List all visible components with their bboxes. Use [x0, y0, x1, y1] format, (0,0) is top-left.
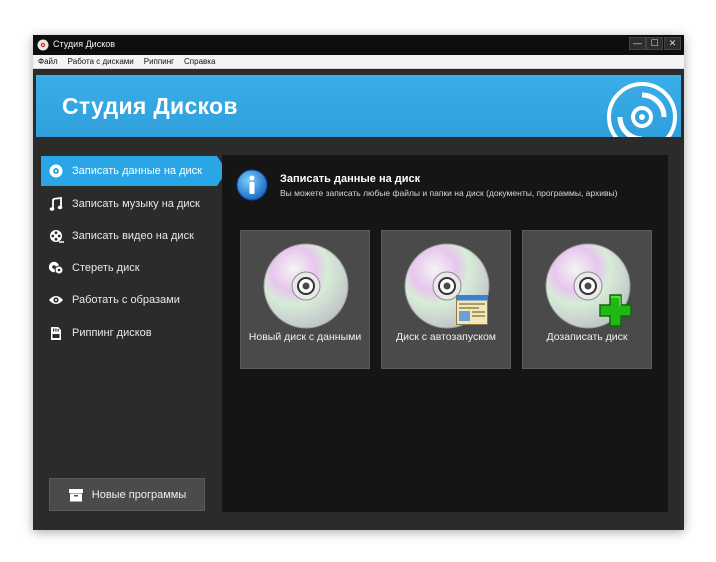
tile-autorun-disc[interactable]: Диск с автозапуском [381, 230, 511, 369]
new-programs-button[interactable]: Новые программы [49, 478, 205, 511]
header-banner: Студия Дисков [36, 75, 681, 137]
film-reel-icon [48, 228, 64, 244]
title-bar[interactable]: Студия Дисков — ☐ ✕ [33, 35, 684, 55]
app-disc-icon [37, 39, 49, 51]
sidebar-item-label: Записать музыку на диск [72, 198, 200, 210]
plus-icon [599, 294, 632, 327]
sidebar-item-ripping[interactable]: Риппинг дисков [41, 318, 217, 348]
maximize-button[interactable]: ☐ [646, 37, 663, 50]
sd-card-icon [48, 325, 64, 341]
app-window: Студия Дисков — ☐ ✕ Файл Работа с дискам… [33, 35, 684, 530]
tile-append-disc[interactable]: Дозаписать диск [522, 230, 652, 369]
sidebar-item-label: Риппинг дисков [72, 327, 152, 339]
disc-icon [263, 243, 349, 329]
sidebar: Записать данные на диск Записать музыку … [33, 153, 227, 530]
tile-new-data-disc[interactable]: Новый диск с данными [240, 230, 370, 369]
music-note-icon [48, 196, 64, 212]
tile-label: Диск с автозапуском [396, 331, 496, 343]
tile-label: Дозаписать диск [546, 331, 628, 343]
erase-disc-icon [48, 260, 64, 276]
eye-icon [48, 292, 64, 308]
menu-help[interactable]: Справка [179, 57, 220, 66]
section-heading: Записать данные на диск [280, 173, 421, 185]
new-programs-label: Новые программы [91, 488, 187, 501]
disc-icon [48, 163, 64, 179]
main-content: Записать данные на диск Вы можете записа… [222, 155, 668, 512]
menu-bar: Файл Работа с дисками Риппинг Справка [33, 55, 684, 69]
section-subtitle: Вы можете записать любые файлы и папки н… [280, 188, 618, 198]
disc-logo-icon [607, 82, 677, 137]
tile-label: Новый диск с данными [248, 331, 362, 343]
banner-title: Студия Дисков [62, 93, 238, 119]
sidebar-item-label: Стереть диск [72, 262, 140, 274]
sidebar-item-burn-music[interactable]: Записать музыку на диск [41, 189, 217, 219]
box-icon [68, 488, 84, 502]
menu-disc-work[interactable]: Работа с дисками [63, 57, 139, 66]
sidebar-item-label: Работать с образами [72, 294, 180, 306]
menu-file[interactable]: Файл [33, 57, 63, 66]
close-button[interactable]: ✕ [664, 37, 681, 50]
autorun-window-icon [456, 295, 488, 325]
sidebar-item-label: Записать видео на диск [72, 230, 194, 242]
sidebar-item-images[interactable]: Работать с образами [41, 285, 217, 315]
window-title: Студия Дисков [53, 39, 116, 49]
sidebar-item-burn-data[interactable]: Записать данные на диск [41, 156, 227, 186]
minimize-button[interactable]: — [629, 37, 646, 50]
menu-ripping[interactable]: Риппинг [139, 57, 179, 66]
sidebar-item-erase-disc[interactable]: Стереть диск [41, 253, 217, 283]
sidebar-item-label: Записать данные на диск [72, 165, 202, 177]
sidebar-item-burn-video[interactable]: Записать видео на диск [41, 221, 217, 251]
info-icon [236, 169, 268, 201]
